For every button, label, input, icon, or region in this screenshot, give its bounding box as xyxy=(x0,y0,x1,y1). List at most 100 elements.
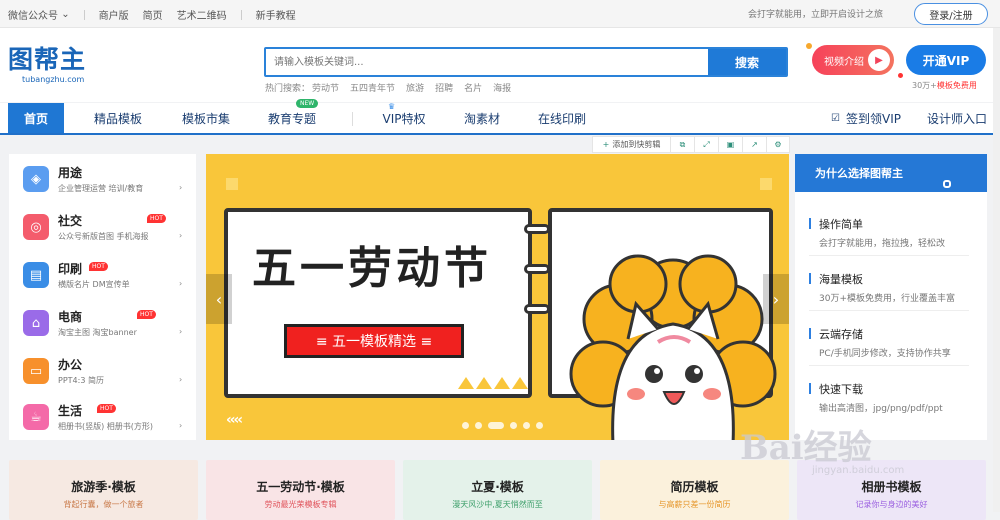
crown-icon: ♛ xyxy=(388,102,396,111)
carousel-dot[interactable] xyxy=(462,422,469,429)
sidebar-item-social[interactable]: ◎ 社交 HOT 公众号新版首图 手机海报 › xyxy=(9,204,196,252)
nav-designer-entry[interactable]: 设计师入口 xyxy=(922,103,992,133)
sidebar-item-life[interactable]: ☕ 生活 HOT 相册书(竖版) 相册书(方形) › xyxy=(9,394,196,442)
merchant-link[interactable]: 商户版 xyxy=(99,7,129,22)
baidu-watermark: Bai经验 xyxy=(740,428,872,468)
nav-vip[interactable]: ♛ VIP特权 xyxy=(374,102,434,133)
sidebar-item-print[interactable]: ▤ 印刷 HOT 横版名片 DM宣传单 › xyxy=(9,252,196,300)
wechat-link[interactable]: 微信公众号 ⌄ xyxy=(8,7,70,22)
hot-badge: HOT xyxy=(137,310,156,319)
topic-card-travel[interactable]: 旅游季·模板 背起行囊，做一个旅者 xyxy=(9,460,198,520)
copy-icon[interactable]: ⧉ xyxy=(671,137,695,152)
banner-subtitle-button[interactable]: ≡ 五一模板精选 ≡ xyxy=(284,324,464,358)
logo[interactable]: 图帮主 tubangzhu.com xyxy=(8,46,86,85)
search-box: 搜索 xyxy=(264,47,788,77)
nav-signin-vip[interactable]: ☑ 签到领VIP xyxy=(826,103,906,133)
card-title: 立夏·模板 xyxy=(471,480,524,494)
hot-badge: HOT xyxy=(97,404,116,413)
nav-home[interactable]: 首页 xyxy=(8,103,64,133)
nav-template-market[interactable]: 模板市集 xyxy=(176,103,236,133)
topic-card-summer[interactable]: 立夏·模板 漫天风沙中,夏天悄然而至 xyxy=(403,460,592,520)
wechat-label: 微信公众号 xyxy=(8,11,58,22)
banner-prev-arrow[interactable]: ‹ xyxy=(206,274,232,324)
decor-dot xyxy=(943,180,951,188)
chevron-right-icon: › xyxy=(179,421,183,430)
topic-card-resume[interactable]: 简历模板 与高薪只差一份简历 xyxy=(600,460,789,520)
add-quick-edit-label: 添加到快剪辑 xyxy=(612,140,661,149)
page-scrollbar[interactable] xyxy=(993,28,1000,512)
open-vip-button[interactable]: 开通VIP xyxy=(906,45,986,75)
banner-next-arrow[interactable]: › xyxy=(763,274,789,324)
card-sub: 背起行囊，做一个旅者 xyxy=(63,500,144,509)
chevron-right-icon: › xyxy=(179,327,183,336)
hot-search: 热门搜索： 劳动节 五四青年节 旅游 招聘 名片 海报 xyxy=(265,81,522,94)
chevron-right-icon: › xyxy=(179,279,183,288)
hot-term[interactable]: 名片 xyxy=(464,81,482,94)
why-heading: 为什么选择图帮主 xyxy=(795,154,987,192)
category-sidebar: ◈ 用途 企业管理运营 培训/教育 › ◎ 社交 HOT 公众号新版首图 手机海… xyxy=(9,154,196,440)
nav-education[interactable]: 教育专题 NEW xyxy=(262,99,322,133)
hot-term[interactable]: 旅游 xyxy=(406,81,424,94)
chevron-right-icon: › xyxy=(179,231,183,240)
search-button[interactable]: 搜索 xyxy=(708,49,786,75)
sidebar-item-office[interactable]: ▭ 办公 PPT4:3 简历 › xyxy=(9,348,196,396)
hot-term[interactable]: 劳动节 xyxy=(312,81,339,94)
topic-card-labor-day[interactable]: 五一劳动节·模板 劳动最光荣模板专辑 xyxy=(206,460,395,520)
hot-term[interactable]: 招聘 xyxy=(435,81,453,94)
hot-search-label: 热门搜索： xyxy=(265,84,311,94)
quick-edit-toolbar: + 添加到快剪辑 ⧉ ⤢ ▣ ↗ ⚙ xyxy=(592,136,790,153)
carousel-dot-active[interactable] xyxy=(488,422,504,429)
nav-education-label: 教育专题 xyxy=(267,111,316,126)
share-icon[interactable]: ↗ xyxy=(743,137,767,152)
carousel-dots xyxy=(462,422,549,429)
art-qrcode-link[interactable]: 艺术二维码 xyxy=(177,7,227,22)
cartoon-cat-illustration xyxy=(569,254,777,440)
top-bar: 微信公众号 ⌄ 商户版 简页 艺术二维码 新手教程 会打字就能用，立即开启设计之… xyxy=(0,0,1000,28)
sidebar-item-ecommerce[interactable]: ⌂ 电商 HOT 淘宝主图 淘宝banner › xyxy=(9,300,196,348)
hot-term[interactable]: 海报 xyxy=(493,81,511,94)
hot-term[interactable]: 五四青年节 xyxy=(350,81,395,94)
nav-print[interactable]: 在线印刷 xyxy=(532,103,592,133)
carousel-dot[interactable] xyxy=(510,422,517,429)
carousel-dot[interactable] xyxy=(475,422,482,429)
card-sub: 漫天风沙中,夏天悄然而至 xyxy=(452,500,543,509)
logo-domain: tubangzhu.com xyxy=(22,75,85,84)
nav-materials[interactable]: 淘素材 xyxy=(452,103,512,133)
hot-badge: HOT xyxy=(147,214,166,223)
carousel-dot[interactable] xyxy=(536,422,543,429)
why-item-desc: 30万+模板免费用，行业覆盖丰富 xyxy=(819,294,955,304)
settings-icon[interactable]: ⚙ xyxy=(767,137,789,152)
video-intro-button[interactable]: 视频介绍 ▶ xyxy=(812,45,894,75)
sidebar-item-sub: 公众号新版首图 手机海报 xyxy=(58,232,149,241)
login-button[interactable]: 登录/注册 xyxy=(914,3,988,25)
calendar-check-icon: ☑ xyxy=(831,112,840,124)
search-input[interactable] xyxy=(266,49,708,75)
sidebar-item-sub: 横版名片 DM宣传单 xyxy=(58,280,130,289)
why-item: 云端存储 PC/手机同步修改，支持协作共享 xyxy=(809,320,969,366)
nav-premium-templates[interactable]: 精品模板 xyxy=(88,103,148,133)
decor-square xyxy=(226,178,238,190)
save-icon[interactable]: ▣ xyxy=(719,137,743,152)
baidu-watermark-url: jingyan.baidu.com xyxy=(812,465,905,476)
paint-roller-icon: ▤ xyxy=(23,262,49,288)
notebook-rings xyxy=(524,224,550,344)
expand-icon[interactable]: ⤢ xyxy=(695,137,719,152)
decor-square xyxy=(760,178,772,190)
sidebar-item-title: 用途 xyxy=(58,166,83,180)
simple-page-link[interactable]: 简页 xyxy=(143,7,163,22)
chevron-down-icon: ⌄ xyxy=(61,9,70,20)
carousel-dot[interactable] xyxy=(523,422,530,429)
monitor-icon: ▭ xyxy=(23,358,49,384)
why-item: 操作简单 会打字就能用，拖拉拽，轻松改 xyxy=(809,210,969,256)
decor-chevrons: ‹‹‹‹ xyxy=(226,412,243,428)
sidebar-item-usage[interactable]: ◈ 用途 企业管理运营 培训/教育 › xyxy=(9,156,196,204)
why-item-title: 快速下载 xyxy=(809,383,863,396)
add-quick-edit-button[interactable]: + 添加到快剪辑 xyxy=(593,137,671,152)
tutorial-link[interactable]: 新手教程 xyxy=(256,7,296,22)
vip-note: 30万+模板免费用 xyxy=(912,80,977,91)
hero-banner[interactable]: 五一劳动节 ≡ 五一模板精选 ≡ ‹ › ‹‹‹‹ xyxy=(206,154,789,440)
main-nav: 首页 精品模板 模板市集 教育专题 NEW ♛ VIP特权 淘素材 在线印刷 ☑… xyxy=(0,99,1000,135)
sidebar-item-sub: 相册书(竖版) 相册书(方形) xyxy=(58,422,154,431)
why-item-desc: PC/手机同步修改，支持协作共享 xyxy=(819,349,951,359)
chat-icon: ◎ xyxy=(23,214,49,240)
